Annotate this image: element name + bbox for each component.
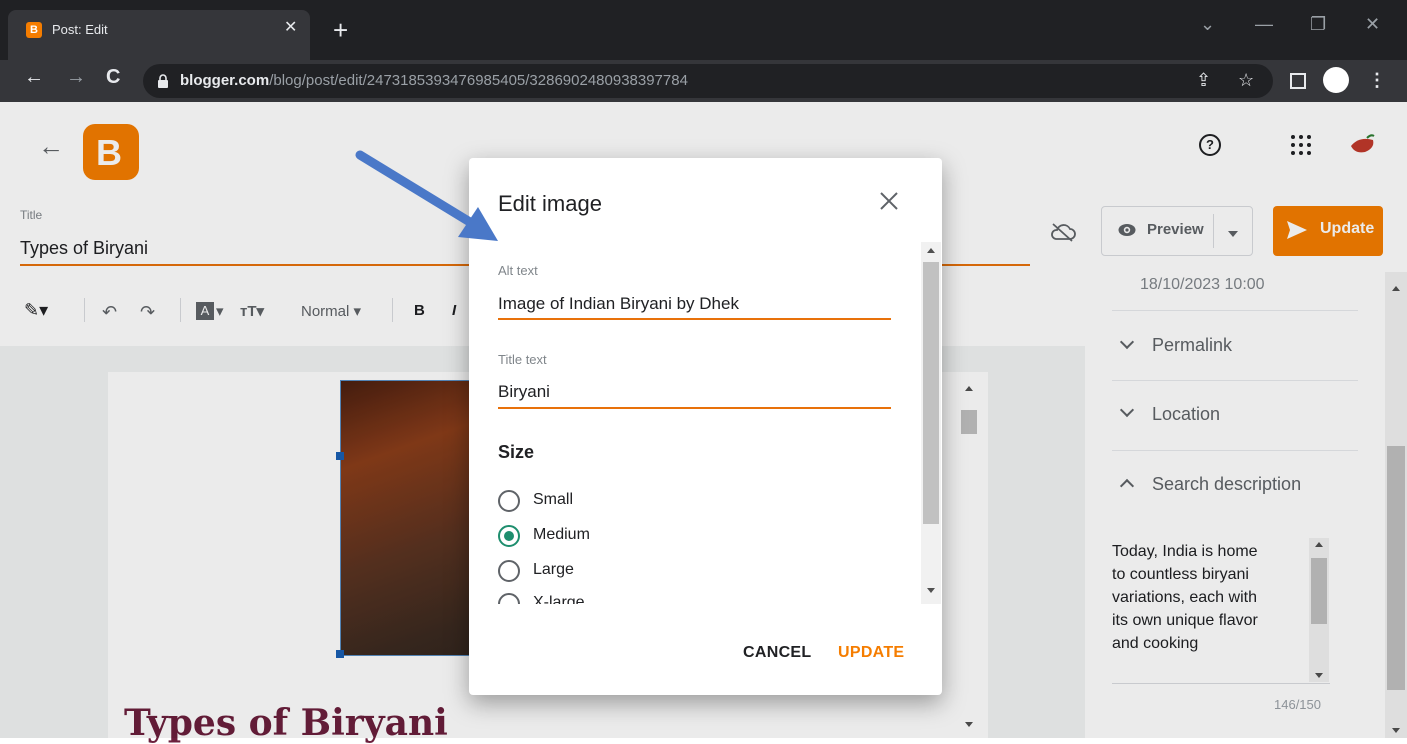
url-text[interactable]: blogger.com/blog/post/edit/2473185393476… xyxy=(180,72,688,89)
dialog-scroll-thumb[interactable] xyxy=(923,262,939,524)
size-xlarge-label[interactable]: X-large xyxy=(533,594,585,604)
minimize-icon[interactable]: — xyxy=(1255,14,1273,35)
lock-icon xyxy=(158,74,168,88)
side-panel-icon[interactable] xyxy=(1290,73,1306,89)
forward-icon[interactable]: → xyxy=(66,66,86,89)
dialog-title: Edit image xyxy=(498,191,602,216)
window-close-icon[interactable]: ✕ xyxy=(1365,14,1380,35)
url-domain: blogger.com xyxy=(180,72,270,89)
annotation-arrow-icon xyxy=(355,150,498,241)
dialog-scroll-clip: X-large xyxy=(469,242,942,604)
reload-icon[interactable]: C xyxy=(106,66,120,89)
back-icon[interactable]: ← xyxy=(24,66,44,89)
update-button[interactable]: UPDATE xyxy=(838,644,904,662)
new-tab-icon[interactable]: + xyxy=(333,15,348,46)
blogger-favicon-icon: B xyxy=(26,22,42,38)
url-path: /blog/post/edit/2473185393476985405/3286… xyxy=(269,72,688,89)
tab-search-icon[interactable]: ⌄ xyxy=(1200,14,1215,35)
scroll-down-icon[interactable] xyxy=(927,588,935,593)
cancel-button[interactable]: CANCEL xyxy=(743,644,811,662)
profile-avatar[interactable] xyxy=(1323,67,1349,93)
bookmark-star-icon[interactable]: ☆ xyxy=(1238,70,1254,91)
tab-close-icon[interactable]: ✕ xyxy=(284,17,297,37)
share-icon[interactable]: ⇪ xyxy=(1196,70,1211,91)
close-icon[interactable] xyxy=(878,190,900,212)
size-xlarge-radio[interactable] xyxy=(498,593,520,604)
browser-menu-icon[interactable]: ⋮ xyxy=(1368,70,1386,91)
tab-title: Post: Edit xyxy=(52,22,108,37)
restore-icon[interactable]: ❐ xyxy=(1310,14,1326,35)
scroll-up-icon[interactable] xyxy=(927,248,935,253)
